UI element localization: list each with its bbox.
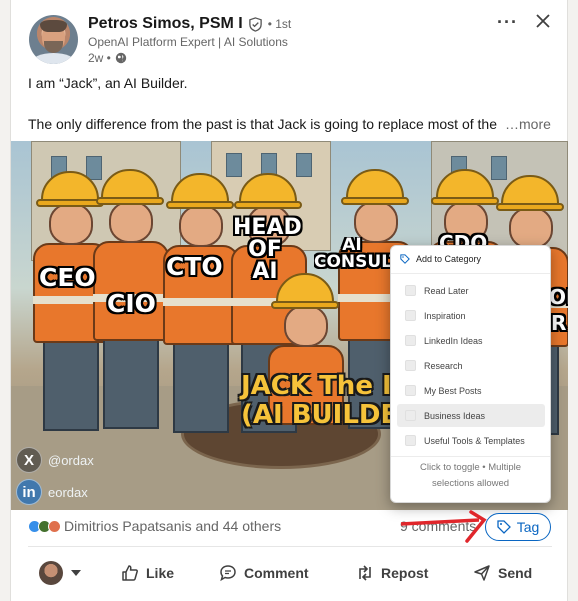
tag-icon <box>400 254 410 264</box>
watermark-linkedin-handle: eordax <box>48 484 88 500</box>
option-label: My Best Posts <box>424 385 482 396</box>
jack-caption-line-1: JACK The In <box>241 371 411 401</box>
post-as-selector[interactable] <box>39 561 81 585</box>
checkbox[interactable] <box>405 310 416 321</box>
checkbox[interactable] <box>405 360 416 371</box>
send-icon <box>474 565 490 581</box>
globe-icon <box>115 52 127 64</box>
thumbs-up-icon <box>122 565 138 581</box>
comment-button[interactable]: Comment <box>219 561 309 585</box>
like-button[interactable]: Like <box>121 561 174 585</box>
repost-button[interactable]: Repost <box>356 561 428 585</box>
repost-icon <box>359 565 371 581</box>
comment-label: Comment <box>244 565 309 581</box>
option-label: Read Later <box>424 285 469 296</box>
caret-down-icon <box>71 570 81 576</box>
category-option-inspiration[interactable]: Inspiration <box>397 304 545 327</box>
connection-degree: • 1st <box>267 17 292 31</box>
divider <box>28 546 552 547</box>
red-arrow-annotation <box>400 510 487 543</box>
category-option-linkedin-ideas[interactable]: LinkedIn Ideas <box>397 329 545 352</box>
label-ai-consultant: AI CONSULT <box>314 237 390 272</box>
comment-icon <box>220 565 236 582</box>
category-option-my-best-posts[interactable]: My Best Posts <box>397 379 545 402</box>
option-label: Research <box>424 360 463 371</box>
option-label: Inspiration <box>424 310 466 321</box>
label-r: R <box>551 311 567 335</box>
option-label: Useful Tools & Templates <box>424 435 525 446</box>
popup-header: Add to Category <box>400 254 481 264</box>
see-more-link[interactable]: …more <box>505 116 551 132</box>
linkedin-logo-icon: in <box>16 479 42 505</box>
reaction-icons <box>28 519 61 533</box>
feed-post-card: Petros Simos, PSM I • 1st OpenAI Platfor… <box>10 0 568 601</box>
author-avatar[interactable] <box>29 15 78 64</box>
tag-button[interactable]: Tag <box>485 513 551 541</box>
repost-label: Repost <box>381 565 429 581</box>
post-text-line-1: I am “Jack”, an AI Builder. <box>28 75 188 91</box>
post-time: 2w • <box>88 51 111 65</box>
watermark-linkedin: in eordax <box>16 479 88 505</box>
post-text-line-2: The only difference from the past is tha… <box>28 116 497 132</box>
love-reaction-icon <box>48 519 61 533</box>
more-options-icon[interactable]: ··· <box>497 12 518 33</box>
add-to-category-popup: Add to Category Read Later Inspiration L… <box>390 245 551 503</box>
category-option-business-ideas[interactable]: Business Ideas <box>397 404 545 427</box>
popup-footer-line-2: selections allowed <box>431 478 510 490</box>
tag-button-label: Tag <box>516 519 540 535</box>
send-label: Send <box>498 565 533 581</box>
popup-footer-line-1: Click to toggle • Multiple <box>419 462 521 473</box>
reactions-text: Dimitrios Papatsanis and 44 others <box>64 518 282 534</box>
category-option-useful-tools[interactable]: Useful Tools & Templates <box>397 429 545 452</box>
jack-caption-line-2: (AI BUILDE <box>241 399 399 430</box>
checkbox[interactable] <box>405 410 416 421</box>
close-icon[interactable] <box>534 12 552 30</box>
category-option-research[interactable]: Research <box>397 354 545 377</box>
send-button[interactable]: Send <box>473 561 532 585</box>
author-name[interactable]: Petros Simos, PSM I <box>88 15 243 33</box>
my-avatar <box>39 561 63 585</box>
label-cto: CTO <box>166 252 223 281</box>
post-meta: 2w • <box>88 51 127 65</box>
author-headline: OpenAI Platform Expert | AI Solutions <box>88 35 288 49</box>
label-on: ON <box>549 285 568 309</box>
tag-icon <box>497 520 511 534</box>
checkbox[interactable] <box>405 385 416 396</box>
watermark-x-handle: @ordax <box>48 452 94 468</box>
label-head-of-ai: HEAD OF AI <box>233 215 302 284</box>
jack-caption: JACK The In (AI BUILDE <box>241 372 410 429</box>
popup-footer: Click to toggle • Multiple selections al… <box>391 460 550 492</box>
author-name-row: Petros Simos, PSM I • 1st <box>88 15 291 33</box>
checkbox[interactable] <box>405 435 416 446</box>
watermark-x: X @ordax <box>16 447 94 473</box>
checkbox[interactable] <box>405 335 416 346</box>
label-cio: CIO <box>107 289 156 318</box>
category-option-read-later[interactable]: Read Later <box>397 279 545 302</box>
reactions-summary[interactable]: Dimitrios Papatsanis and 44 others <box>28 518 281 534</box>
verified-badge-icon <box>248 16 262 32</box>
option-label: Business Ideas <box>424 410 486 421</box>
option-label: LinkedIn Ideas <box>424 335 483 346</box>
checkbox[interactable] <box>405 285 416 296</box>
label-ceo: CEO <box>39 263 96 292</box>
like-label: Like <box>146 565 175 581</box>
x-logo-icon: X <box>16 447 42 473</box>
popup-title: Add to Category <box>416 254 482 264</box>
